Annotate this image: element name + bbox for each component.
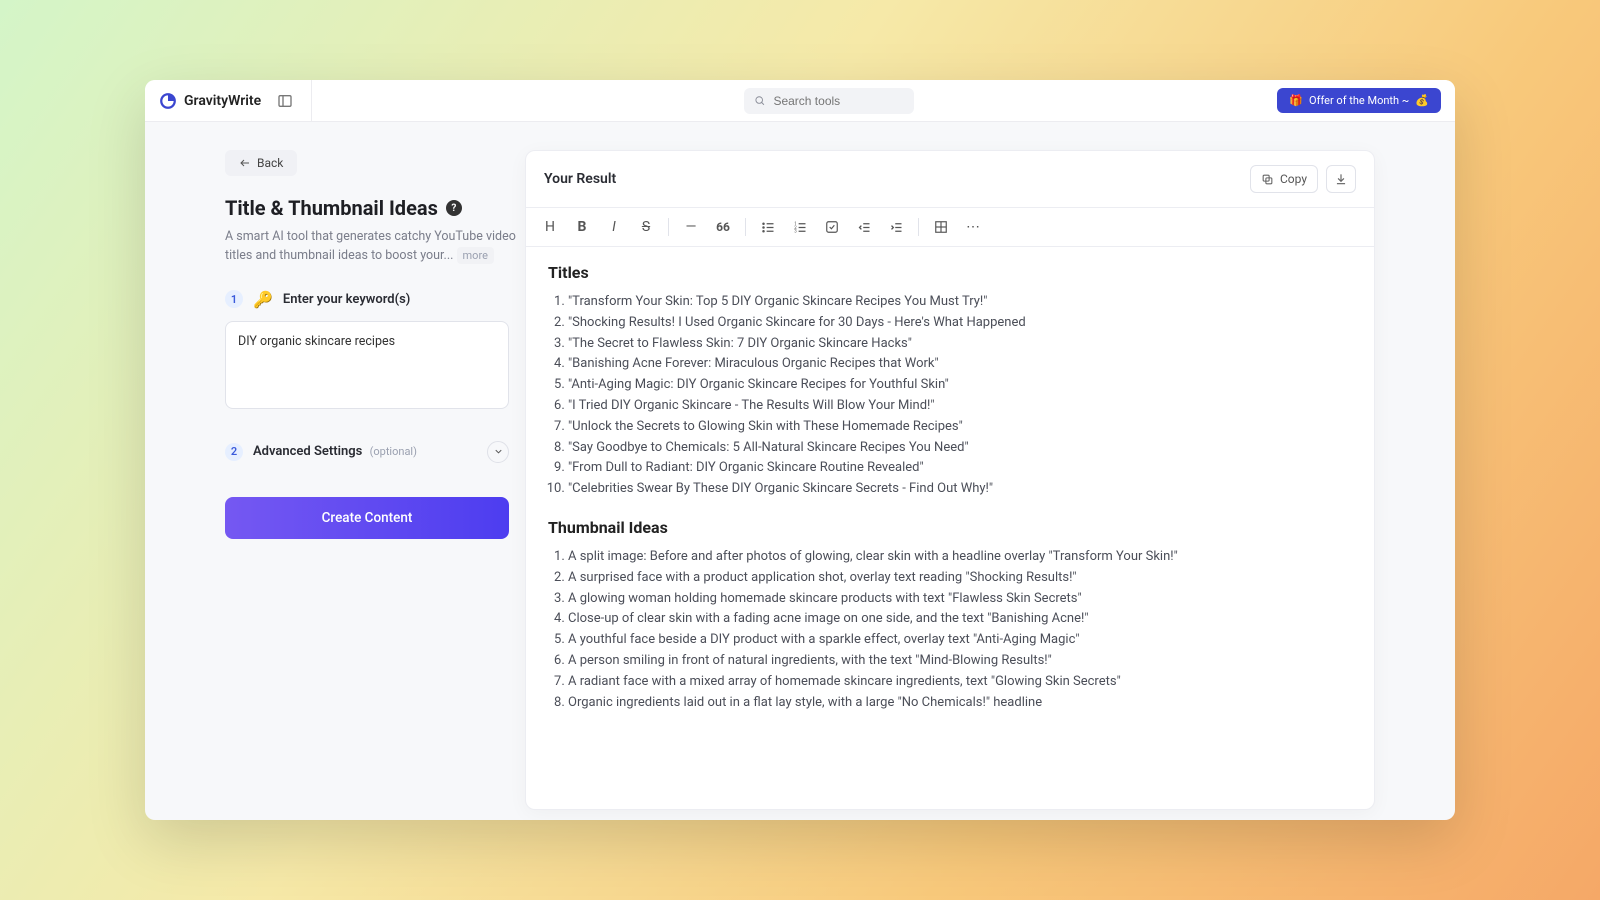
title-item: "Anti-Aging Magic: DIY Organic Skincare … [568, 375, 1352, 396]
step-2-label: Advanced Settings (optional) [253, 444, 417, 459]
keyword-box: DIY organic skincare recipes [225, 321, 509, 409]
svg-text:3: 3 [794, 229, 797, 234]
copy-label: Copy [1280, 172, 1307, 186]
brand-name: GravityWrite [184, 93, 261, 109]
search-box[interactable] [744, 88, 914, 114]
right-panel: Your Result Copy H B I [525, 150, 1455, 820]
indent-button[interactable] [882, 214, 910, 240]
result-content[interactable]: Titles "Transform Your Skin: Top 5 DIY O… [526, 247, 1374, 809]
step-2-row: 2 Advanced Settings (optional) [225, 441, 509, 463]
page-title-text: Title & Thumbnail Ideas [225, 196, 438, 220]
title-item: "Transform Your Skin: Top 5 DIY Organic … [568, 292, 1352, 313]
step-2-badge: 2 [225, 443, 243, 461]
title-item: "Celebrities Swear By These DIY Organic … [568, 479, 1352, 500]
divider [668, 218, 669, 236]
divider [918, 218, 919, 236]
title-item: "I Tried DIY Organic Skincare - The Resu… [568, 396, 1352, 417]
result-title: Your Result [544, 171, 616, 187]
step-2: 2 Advanced Settings (optional) [225, 443, 417, 461]
ol-button[interactable]: 123 [786, 214, 814, 240]
download-icon [1334, 172, 1348, 186]
heading-button[interactable]: H [536, 214, 564, 240]
titles-list: "Transform Your Skin: Top 5 DIY Organic … [548, 292, 1352, 500]
key-icon: 🔑 [253, 290, 273, 309]
thumbnail-item: A person smiling in front of natural ing… [568, 651, 1352, 672]
italic-button[interactable]: I [600, 214, 628, 240]
titles-heading: Titles [548, 263, 1352, 282]
create-content-button[interactable]: Create Content [225, 497, 509, 539]
arrow-left-icon [239, 157, 251, 169]
outdent-button[interactable] [850, 214, 878, 240]
search-input[interactable] [773, 94, 904, 108]
title-item: "The Secret to Flawless Skin: 7 DIY Orga… [568, 334, 1352, 355]
help-icon[interactable]: ? [446, 200, 462, 216]
search-icon [754, 94, 765, 107]
thumbnails-heading: Thumbnail Ideas [548, 518, 1352, 537]
step-1: 1 🔑 Enter your keyword(s) [225, 290, 525, 309]
title-item: "Unlock the Secrets to Glowing Skin with… [568, 417, 1352, 438]
offer-button[interactable]: 🎁 Offer of the Month ~ 💰 [1277, 88, 1441, 113]
bold-button[interactable]: B [568, 214, 596, 240]
page-title: Title & Thumbnail Ideas ? [225, 196, 525, 220]
more-button[interactable]: ⋯ [959, 214, 987, 240]
step-1-badge: 1 [225, 290, 243, 308]
title-item: "Say Goodbye to Chemicals: 5 All-Natural… [568, 438, 1352, 459]
checklist-button[interactable] [818, 214, 846, 240]
sidebar-toggle-icon[interactable] [273, 89, 297, 113]
thumbnails-list: A split image: Before and after photos o… [548, 547, 1352, 713]
thumbnail-item: A split image: Before and after photos o… [568, 547, 1352, 568]
divider [311, 80, 312, 122]
download-button[interactable] [1326, 165, 1356, 193]
result-header: Your Result Copy [526, 151, 1374, 207]
thumbnail-item: Close-up of clear skin with a fading acn… [568, 609, 1352, 630]
offer-emoji: 💰 [1415, 94, 1429, 107]
keyword-input[interactable]: DIY organic skincare recipes [238, 334, 496, 392]
create-label: Create Content [322, 510, 413, 526]
step-2-optional: (optional) [370, 445, 417, 458]
app-window: GravityWrite 🎁 Offer of the Month ~ 💰 Ba… [145, 80, 1455, 820]
title-item: "Shocking Results! I Used Organic Skinca… [568, 313, 1352, 334]
brand-logo-icon [159, 92, 177, 110]
back-button[interactable]: Back [225, 150, 297, 176]
gift-icon: 🎁 [1289, 94, 1303, 107]
main: Back Title & Thumbnail Ideas ? A smart A… [145, 122, 1455, 820]
copy-button[interactable]: Copy [1250, 165, 1318, 193]
back-label: Back [257, 156, 283, 170]
step-1-label: Enter your keyword(s) [283, 292, 410, 307]
offer-label: Offer of the Month ~ [1309, 94, 1409, 107]
advanced-toggle[interactable] [487, 441, 509, 463]
step-2-label-text: Advanced Settings [253, 444, 362, 459]
more-link[interactable]: more [457, 247, 494, 264]
ul-button[interactable] [754, 214, 782, 240]
thumbnail-item: A surprised face with a product applicat… [568, 568, 1352, 589]
strike-button[interactable]: S [632, 214, 660, 240]
hr-button[interactable]: — [677, 214, 705, 240]
editor-toolbar: H B I S — 66 123 ⋯ [526, 207, 1374, 247]
title-item: "Banishing Acne Forever: Miraculous Orga… [568, 354, 1352, 375]
quote-button[interactable]: 66 [709, 214, 737, 240]
page-description: A smart AI tool that generates catchy Yo… [225, 228, 525, 266]
thumbnail-item: A youthful face beside a DIY product wit… [568, 630, 1352, 651]
result-card: Your Result Copy H B I [525, 150, 1375, 810]
copy-icon [1261, 173, 1274, 186]
left-panel: Back Title & Thumbnail Ideas ? A smart A… [145, 150, 525, 820]
chevron-down-icon [493, 446, 504, 457]
table-button[interactable] [927, 214, 955, 240]
topbar: GravityWrite 🎁 Offer of the Month ~ 💰 [145, 80, 1455, 122]
thumbnail-item: Organic ingredients laid out in a flat l… [568, 693, 1352, 714]
brand: GravityWrite [159, 92, 261, 110]
thumbnail-item: A radiant face with a mixed array of hom… [568, 672, 1352, 693]
title-item: "From Dull to Radiant: DIY Organic Skinc… [568, 458, 1352, 479]
thumbnail-item: A glowing woman holding homemade skincar… [568, 589, 1352, 610]
result-actions: Copy [1250, 165, 1356, 193]
divider [745, 218, 746, 236]
